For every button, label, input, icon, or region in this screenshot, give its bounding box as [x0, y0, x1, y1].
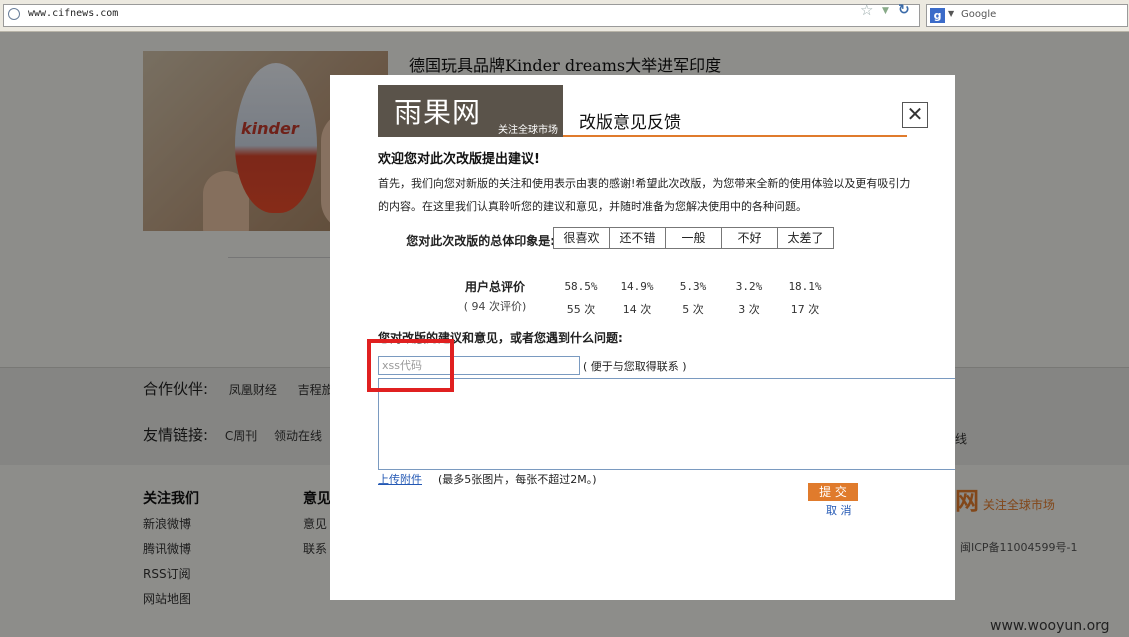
count-cell: 17 次 [790, 303, 820, 316]
logo-text: 雨果网 [394, 96, 482, 129]
submit-button[interactable]: 提 交 [808, 483, 858, 501]
highlight-box [367, 339, 454, 392]
rating-option[interactable]: 不好 [722, 228, 778, 248]
address-bar[interactable]: www.cifnews.com [3, 4, 920, 27]
upload-note: (最多5张图片，每张不超过2M。) [438, 473, 597, 486]
search-placeholder[interactable]: Google [961, 9, 996, 20]
percentages-row: 58.5% 14.9% 5.3% 3.2% 18.1% [553, 277, 833, 297]
count-cell: 5 次 [682, 303, 704, 316]
close-icon[interactable]: ✕ [902, 102, 928, 128]
percentage-cell: 14.9% [620, 280, 654, 293]
rating-option[interactable]: 还不错 [610, 228, 666, 248]
chevron-down-icon[interactable]: ▼ [948, 9, 954, 18]
rating-option[interactable]: 太差了 [778, 228, 833, 248]
browser-toolbar: www.cifnews.com ☆ ▼ ↻ g ▼ Google [0, 0, 1129, 32]
search-box[interactable]: g ▼ Google [926, 4, 1128, 27]
contact-note: ( 便于与您取得联系 ) [583, 360, 687, 373]
eval-label: 用户总评价 [464, 280, 525, 294]
dialog-title: 改版意见反馈 [579, 113, 681, 133]
eval-count: ( 94 次评价) [463, 300, 527, 313]
site-logo: 雨果网 关注全球市场 [378, 85, 563, 137]
suggestion-textarea[interactable] [378, 378, 955, 470]
title-underline [563, 135, 907, 137]
rating-options: 很喜欢 还不错 一般 不好 太差了 [553, 227, 834, 249]
percentage-cell: 5.3% [679, 280, 707, 293]
eval-summary: 用户总评价 ( 94 次评价) [440, 277, 550, 317]
reload-icon[interactable]: ↻ [898, 2, 910, 18]
url-text[interactable]: www.cifnews.com [28, 8, 118, 19]
count-cell: 14 次 [622, 303, 652, 316]
bookmark-star-icon[interactable]: ☆ [860, 2, 873, 18]
count-cell: 55 次 [566, 303, 596, 316]
percentage-cell: 18.1% [788, 280, 822, 293]
upload-attachment-link[interactable]: 上传附件 [378, 471, 422, 487]
watermark: www.wooyun.org [990, 618, 1110, 634]
feedback-dialog: 雨果网 关注全球市场 改版意见反馈 ✕ 欢迎您对此次改版提出建议! 首先，我们向… [330, 75, 955, 600]
percentage-cell: 3.2% [735, 280, 763, 293]
rating-question: 您对此次改版的总体印象是: [406, 234, 555, 248]
history-dropdown-icon[interactable]: ▼ [882, 6, 889, 16]
rating-option[interactable]: 一般 [666, 228, 722, 248]
rating-option[interactable]: 很喜欢 [554, 228, 610, 248]
globe-icon [8, 8, 20, 20]
google-icon[interactable]: g [930, 8, 945, 23]
logo-tagline: 关注全球市场 [498, 125, 558, 136]
welcome-heading: 欢迎您对此次改版提出建议! [378, 152, 540, 167]
counts-row: 55 次 14 次 5 次 3 次 17 次 [553, 300, 833, 320]
count-cell: 3 次 [738, 303, 760, 316]
percentage-cell: 58.5% [564, 280, 598, 293]
cancel-link[interactable]: 取 消 [826, 502, 852, 518]
intro-text: 首先，我们向您对新版的关注和使用表示由衷的感谢!希望此次改版，为您带来全新的使用… [378, 177, 911, 213]
